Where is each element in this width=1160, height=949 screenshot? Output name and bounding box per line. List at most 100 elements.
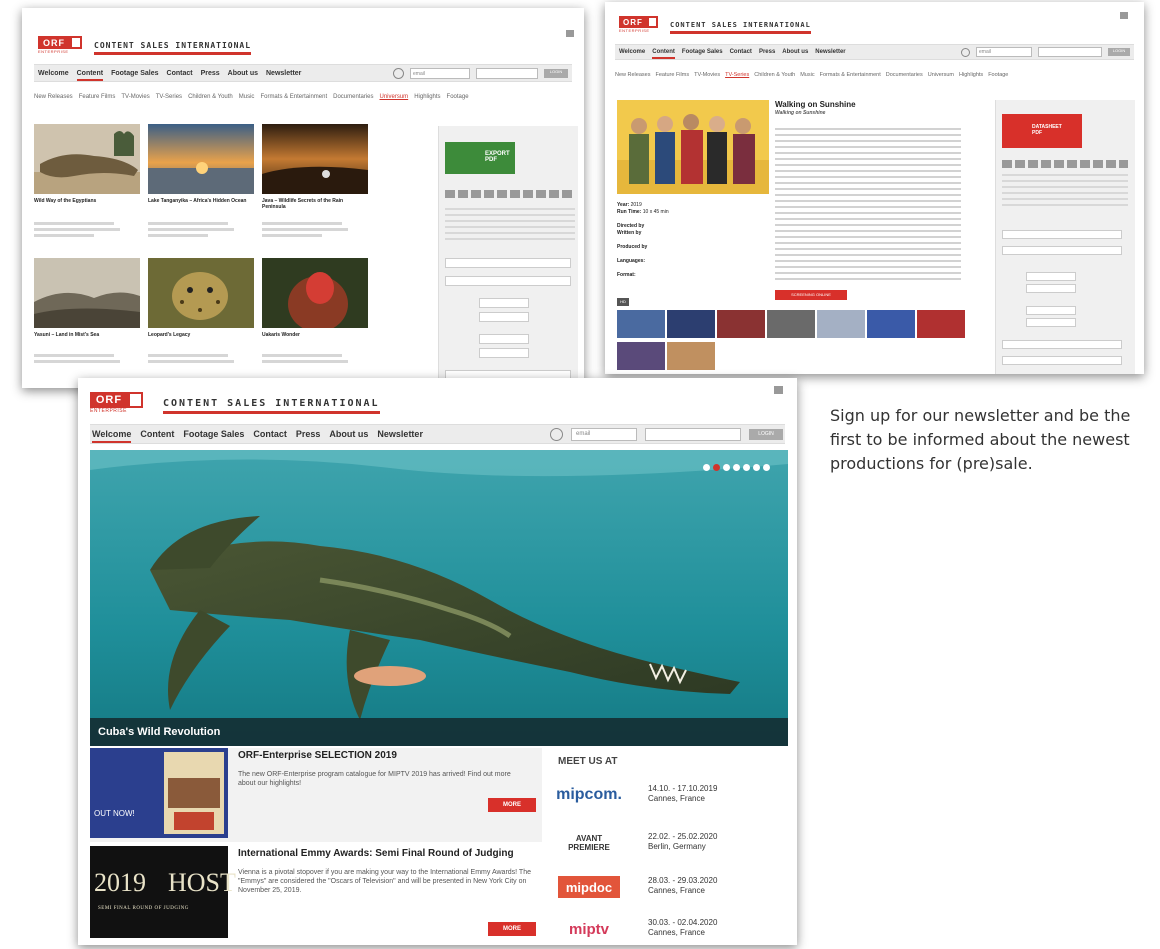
subnav-new-releases[interactable]: New Releases [615,72,650,78]
news-title[interactable]: ORF-Enterprise SELECTION 2019 [238,750,397,761]
subnav-documentaries[interactable]: Documentaries [333,94,373,100]
thumb-leopard[interactable] [148,258,254,328]
help-icon[interactable] [393,67,404,79]
category-select[interactable] [1002,230,1122,239]
subnav-children-youth[interactable]: Children & Youth [754,72,795,78]
event-item[interactable]: mipdoc 28.03. - 29.03.2020 Cannes, Franc… [558,872,788,908]
series-poster[interactable] [617,100,769,194]
calendar-grid[interactable] [1002,174,1128,210]
episode-thumbnails[interactable] [617,310,969,372]
nav-newsletter[interactable]: Newsletter [266,70,301,77]
calendar-grid[interactable] [445,204,575,244]
subnav-feature-films[interactable]: Feature Films [79,94,116,100]
event-item[interactable]: miptv 30.03. - 02.04.2020 Cannes, France [558,914,788,945]
email-field[interactable]: email [571,427,637,441]
subcategory-select[interactable] [445,276,571,286]
year-to-field[interactable] [479,312,529,322]
nav-welcome[interactable]: Welcome [619,49,645,55]
nav-footage-sales[interactable]: Footage Sales [682,49,723,55]
brand-logo[interactable]: ORF ENTERPRISE CONTENT SALES INTERNATION… [90,392,380,414]
thumb-title[interactable]: Lake Tanganyika – Africa's Hidden Ocean [148,198,248,204]
thumb-crocodile-sand[interactable] [34,124,140,194]
hero-caption[interactable]: Cuba's Wild Revolution [90,718,788,746]
nav-about-us[interactable]: About us [782,49,808,55]
slider-dot[interactable] [733,464,740,471]
subnav-tv-series[interactable]: TV-Series [156,94,182,100]
help-icon[interactable] [961,47,970,57]
nav-press[interactable]: Press [201,70,220,77]
slider-dot[interactable] [753,464,760,471]
nav-contact[interactable]: Contact [730,49,752,55]
event-item[interactable]: AVANT PREMIERE 22.02. - 25.02.2020 Berli… [558,828,788,864]
news-title[interactable]: International Emmy Awards: Semi Final Ro… [238,848,514,859]
nav-footage-sales[interactable]: Footage Sales [183,429,244,439]
subnav-highlights[interactable]: Highlights [959,72,983,78]
print-icon[interactable] [566,30,574,37]
nav-content[interactable]: Content [140,429,174,439]
print-icon[interactable] [1120,12,1128,19]
password-field[interactable] [645,427,741,441]
nav-welcome[interactable]: Welcome [92,429,132,443]
slider-dot-active[interactable] [713,464,720,471]
category-select[interactable] [445,258,571,268]
brand-logo[interactable]: ORF ENTERPRISE CONTENT SALES INTERNATION… [38,36,252,55]
thumb-desert-dusk[interactable] [262,124,368,194]
subnav-music[interactable]: Music [800,72,814,78]
event-item[interactable]: mipcom. 14.10. - 17.10.2019 Cannes, Fran… [556,780,788,816]
thumb-misty-mountain[interactable] [34,258,140,328]
help-icon[interactable] [550,427,563,441]
thumb-title[interactable]: Uakaris Wonder [262,332,362,338]
nav-footage-sales[interactable]: Footage Sales [111,70,158,77]
nav-about-us[interactable]: About us [228,70,258,77]
subnav-highlights[interactable]: Highlights [414,94,440,100]
thumb-red-monkey[interactable] [262,258,368,328]
thumb-title[interactable]: Yasuni – Land in Mist's Sea [34,332,134,338]
email-field[interactable]: email [410,67,470,79]
year-from-field[interactable] [479,298,529,308]
login-button[interactable]: LOGIN [1108,48,1130,56]
nav-about-us[interactable]: About us [329,429,368,439]
nav-content[interactable]: Content [652,49,675,59]
subnav-documentaries[interactable]: Documentaries [886,72,923,78]
subcategory-select[interactable] [1002,246,1122,255]
type-select[interactable] [1002,356,1122,365]
subnav-children-youth[interactable]: Children & Youth [188,94,233,100]
runtime-to-field[interactable] [479,348,529,358]
runtime-from-field[interactable] [1026,306,1076,315]
subnav-tv-movies[interactable]: TV-Movies [694,72,720,78]
emmy-badge[interactable]: 2019 HOST SEMI FINAL ROUND OF JUDGING [90,846,236,938]
more-button[interactable]: MORE [488,922,536,936]
brand-logo[interactable]: ORF ENTERPRISE CONTENT SALES INTERNATION… [619,16,811,34]
subnav-tv-movies[interactable]: TV-Movies [121,94,149,100]
year-from-field[interactable] [1026,272,1076,281]
subnav-formats[interactable]: Formats & Entertainment [260,94,327,100]
login-button[interactable]: LOGIN [749,428,783,440]
hero-slider[interactable]: Cuba's Wild Revolution [90,450,788,746]
slider-dot[interactable] [763,464,770,471]
language-select[interactable] [1002,340,1122,349]
catalogue-cover[interactable]: OUT NOW! [90,748,228,838]
subnav-universum[interactable]: Universum [928,72,954,78]
thumb-title[interactable]: Wild Way of the Egyptians [34,198,134,204]
subnav-music[interactable]: Music [239,94,255,100]
datasheet-pdf-button[interactable]: DATASHEET PDF [1002,114,1082,148]
year-to-field[interactable] [1026,284,1076,293]
subnav-feature-films[interactable]: Feature Films [655,72,689,78]
thumb-title[interactable]: Java – Wildlife Secrets of the Rain Peni… [262,198,362,210]
more-button[interactable]: MORE [488,798,536,812]
nav-press[interactable]: Press [759,49,775,55]
slider-dot[interactable] [703,464,710,471]
slider-dot[interactable] [723,464,730,471]
print-icon[interactable] [774,386,783,394]
nav-content[interactable]: Content [76,70,104,81]
nav-newsletter[interactable]: Newsletter [815,49,845,55]
nav-contact[interactable]: Contact [167,70,193,77]
runtime-to-field[interactable] [1026,318,1076,327]
screening-online-button[interactable]: SCREENING ONLINE [775,290,847,300]
nav-welcome[interactable]: Welcome [38,70,69,77]
slider-dot[interactable] [743,464,750,471]
password-field[interactable] [1038,47,1102,57]
thumb-title[interactable]: Leopard's Legacy [148,332,248,338]
nav-press[interactable]: Press [296,429,321,439]
thumb-lake-sunset[interactable] [148,124,254,194]
